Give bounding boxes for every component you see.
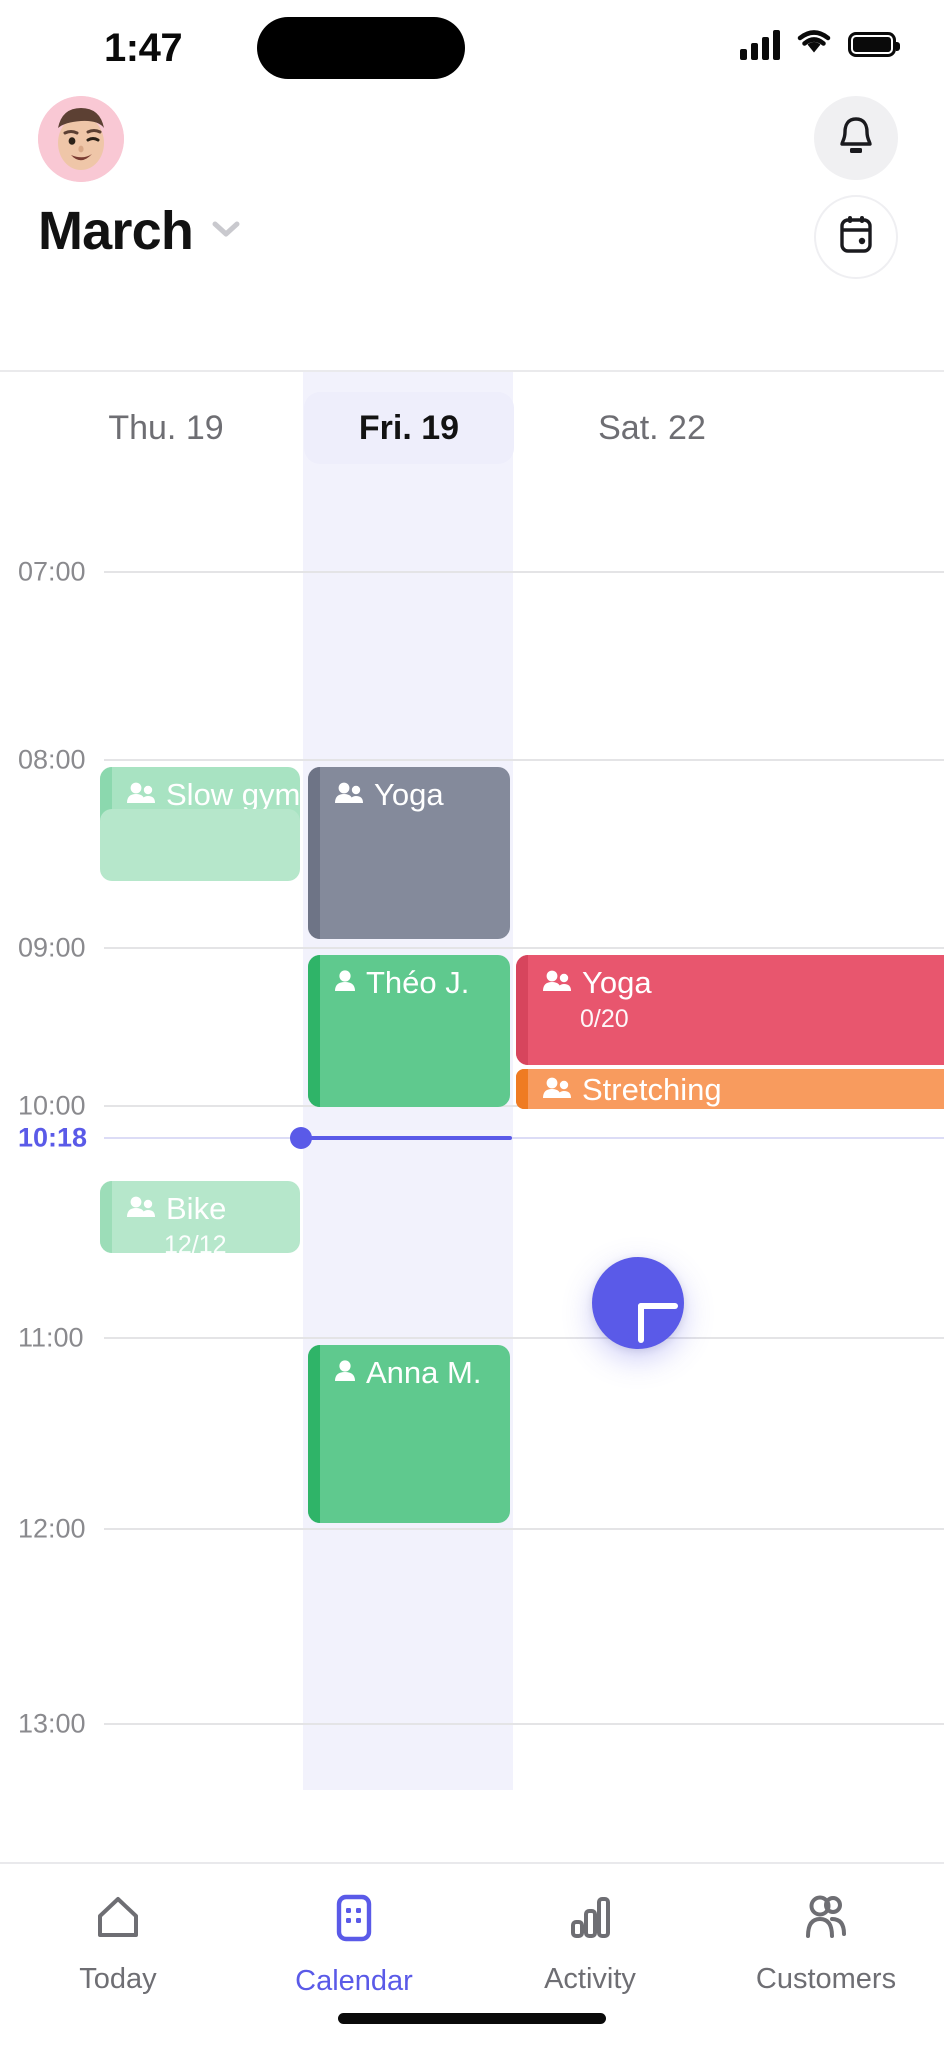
group-icon	[126, 779, 156, 812]
event-title-row: Théo J.	[308, 965, 510, 1000]
day-tab-strip: Thu. 19 Fri. 19 Sat. 22	[0, 392, 944, 464]
event-title: Yoga	[374, 777, 444, 812]
day-tab-sat[interactable]: Sat. 22	[528, 392, 776, 464]
gridline-11	[104, 1337, 944, 1339]
event-accent-bar	[308, 1345, 320, 1523]
home-icon	[94, 1894, 142, 1945]
gridline-12	[104, 1528, 944, 1530]
day-tab-fri[interactable]: Fri. 19	[304, 392, 514, 464]
nav-label-customers: Customers	[755, 1963, 897, 1995]
hour-label-08: 08:00	[18, 744, 86, 775]
event-title: Théo J.	[366, 965, 470, 1000]
battery-icon	[848, 32, 900, 57]
event-theo-j[interactable]: Théo J.	[308, 955, 510, 1107]
event-accent-bar	[308, 767, 320, 939]
hour-label-07: 07:00	[18, 556, 86, 587]
dynamic-island	[257, 17, 465, 79]
calendar-timeline[interactable]: 07:00 08:00 09:00 10:00 11:00 12:00 13:0…	[0, 372, 944, 1790]
nav-item-customers[interactable]: Customers	[708, 1864, 944, 2048]
wifi-icon	[796, 28, 832, 61]
nav-item-today[interactable]: Today	[0, 1864, 236, 2048]
notifications-button[interactable]	[814, 96, 898, 180]
event-accent-bar	[516, 1069, 528, 1109]
event-subtitle: 0/20	[580, 1004, 629, 1033]
status-indicators	[740, 28, 900, 61]
event-title-row: Bike	[100, 1191, 300, 1226]
avatar[interactable]	[38, 96, 124, 182]
calendar-icon	[836, 214, 876, 261]
event-title: Bike	[166, 1191, 227, 1226]
event-title-row: Yoga	[308, 777, 510, 812]
app-header: March Thu. 19 Fri. 19 Sat. 22	[0, 96, 944, 464]
home-indicator	[338, 2013, 606, 2024]
current-time-line	[104, 1137, 944, 1139]
hour-label-10: 10:00	[18, 1090, 86, 1121]
day-tab-thu[interactable]: Thu. 19	[42, 392, 290, 464]
status-bar: 1:47	[0, 0, 944, 96]
event-title: Anna M.	[366, 1355, 482, 1390]
group-icon	[334, 779, 364, 812]
event-yoga-red[interactable]: Yoga 0/20	[516, 955, 944, 1065]
current-time-dot	[290, 1127, 312, 1149]
phone-screen: 1:47 March Thu. 19 Fri. 19 Sat. 22 07:00…	[0, 0, 944, 2048]
header-divider	[0, 370, 944, 372]
current-time-line-active	[300, 1136, 512, 1140]
signal-bars-icon	[740, 29, 780, 60]
gridline-08	[104, 759, 944, 761]
hour-label-13: 13:00	[18, 1708, 86, 1739]
event-bike-card[interactable]: Bike 12/12	[100, 1181, 300, 1253]
hour-label-12: 12:00	[18, 1513, 86, 1544]
event-stretching[interactable]: Stretching	[516, 1069, 944, 1109]
event-title: Yoga	[582, 965, 652, 1000]
event-anna-m[interactable]: Anna M.	[308, 1345, 510, 1523]
hour-label-11: 11:00	[18, 1322, 84, 1353]
hour-label-09: 09:00	[18, 932, 86, 963]
event-title: Stretching	[582, 1072, 722, 1107]
event-title-row: Slow gym	[100, 777, 300, 812]
gridline-07	[104, 571, 944, 573]
nav-label-calendar: Calendar	[295, 1965, 413, 1997]
nav-label-today: Today	[79, 1963, 157, 1995]
gridline-09	[104, 947, 944, 949]
event-bike[interactable]	[100, 809, 300, 881]
page-title: March	[38, 201, 194, 261]
chevron-down-icon	[211, 219, 241, 244]
bell-icon	[838, 115, 874, 162]
current-time-label: 10:18	[18, 1122, 88, 1153]
group-icon	[542, 967, 572, 1000]
people-icon	[801, 1894, 851, 1945]
calendar-grid-icon	[333, 1894, 375, 1947]
group-icon	[542, 1074, 572, 1107]
event-title-row: Stretching	[516, 1072, 944, 1107]
person-icon	[334, 1357, 356, 1390]
person-icon	[334, 967, 356, 1000]
calendar-view-button[interactable]	[814, 195, 898, 279]
gridline-13	[104, 1723, 944, 1725]
group-icon	[126, 1193, 156, 1226]
event-title-row: Yoga	[516, 965, 944, 1000]
nav-label-activity: Activity	[544, 1963, 636, 1995]
month-selector[interactable]: March	[38, 200, 241, 262]
status-time: 1:47	[104, 26, 183, 70]
event-yoga-grey[interactable]: Yoga	[308, 767, 510, 939]
event-title: Slow gym	[166, 777, 300, 812]
event-accent-bar	[308, 955, 320, 1107]
event-title-row: Anna M.	[308, 1355, 510, 1390]
bar-chart-icon	[567, 1894, 613, 1945]
add-event-button[interactable]	[592, 1257, 684, 1349]
event-subtitle: 12/12	[164, 1230, 227, 1253]
